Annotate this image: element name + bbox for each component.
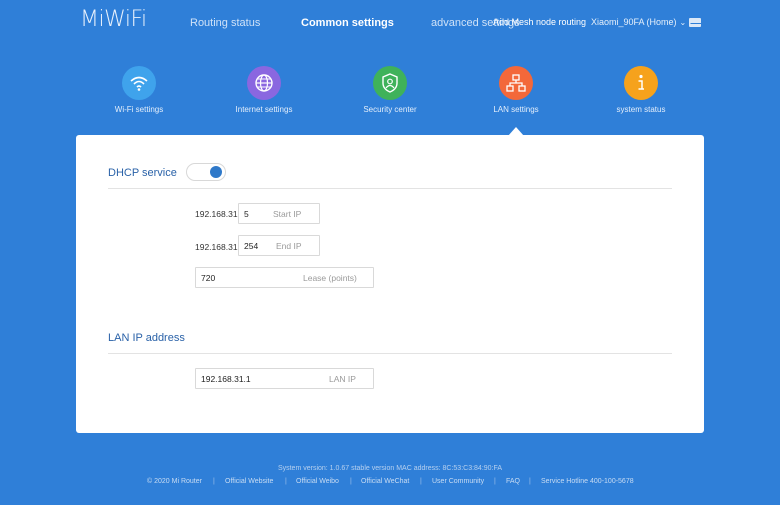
network-icon [499, 66, 533, 100]
tile-wifi-settings[interactable]: Wi-Fi settings [84, 66, 194, 114]
divider [108, 188, 672, 189]
settings-tiles: Wi-Fi settings Internet settings Securit… [0, 66, 780, 126]
lease-value: 720 [201, 272, 216, 283]
router-selector[interactable]: Xiaomi_90FA (Home) ⌄ [591, 17, 686, 27]
lease-hint: Lease (points) [303, 272, 357, 283]
nav-common-settings[interactable]: Common settings [301, 17, 394, 29]
tile-label: Security center [363, 105, 417, 114]
router-name: Xiaomi_90FA (Home) [591, 17, 677, 27]
tile-label: LAN settings [493, 105, 539, 114]
lease-input[interactable]: 720 Lease (points) [195, 267, 374, 288]
end-ip-hint: End IP [276, 240, 302, 251]
lan-ip-input[interactable]: 192.168.31.1 LAN IP [195, 368, 374, 389]
dhcp-toggle[interactable] [186, 163, 226, 181]
globe-icon [247, 66, 281, 100]
lan-ip-value: 192.168.31.1 [201, 373, 251, 384]
dhcp-section-title: DHCP service [108, 167, 177, 179]
link-official-wechat[interactable]: Official WeChat [361, 478, 409, 485]
separator: | [285, 478, 287, 485]
link-user-community[interactable]: User Community [432, 478, 484, 485]
separator: | [350, 478, 352, 485]
link-official-website[interactable]: Official Website [225, 478, 273, 485]
system-version: System version: 1.0.67 stable version MA… [277, 465, 503, 472]
end-ip-value: 254 [244, 240, 259, 251]
tile-label: Wi-Fi settings [114, 105, 164, 114]
lan-settings-panel: DHCP service 192.168.31. 5 Start IP 192.… [76, 135, 704, 433]
end-ip-prefix: 192.168.31. [195, 242, 240, 252]
separator: | [420, 478, 422, 485]
start-ip-hint: Start IP [273, 208, 302, 219]
separator: | [529, 478, 531, 485]
link-faq[interactable]: FAQ [506, 478, 520, 485]
divider [108, 353, 672, 354]
tile-label: system status [616, 105, 666, 114]
start-ip-input[interactable]: 5 Start IP [238, 203, 320, 224]
lan-ip-hint: LAN IP [329, 373, 356, 384]
chevron-down-icon: ⌄ [679, 18, 687, 27]
shield-user-icon [373, 66, 407, 100]
end-ip-input[interactable]: 254 End IP [238, 235, 320, 256]
add-mesh-node-link[interactable]: Add Mesh node routing [493, 17, 586, 27]
link-service-hotline[interactable]: Service Hotline 400-100-5678 [541, 478, 634, 485]
toggle-knob [210, 166, 222, 178]
info-icon [624, 66, 658, 100]
start-ip-prefix: 192.168.31. [195, 209, 240, 219]
start-ip-value: 5 [244, 208, 249, 219]
link-official-weibo[interactable]: Official Weibo [296, 478, 339, 485]
tile-internet-settings[interactable]: Internet settings [209, 66, 319, 114]
mail-icon[interactable] [689, 18, 702, 27]
lan-ip-section-title: LAN IP address [108, 332, 185, 344]
tile-lan-settings[interactable]: LAN settings [461, 66, 571, 114]
tile-system-status[interactable]: system status [586, 66, 696, 114]
copyright: © 2020 Mi Router [147, 478, 202, 485]
wifi-icon [122, 66, 156, 100]
tile-label: Internet settings [235, 105, 293, 114]
nav-routing-status[interactable]: Routing status [190, 17, 260, 29]
separator: | [213, 478, 215, 485]
separator: | [494, 478, 496, 485]
tile-security-center[interactable]: Security center [335, 66, 445, 114]
